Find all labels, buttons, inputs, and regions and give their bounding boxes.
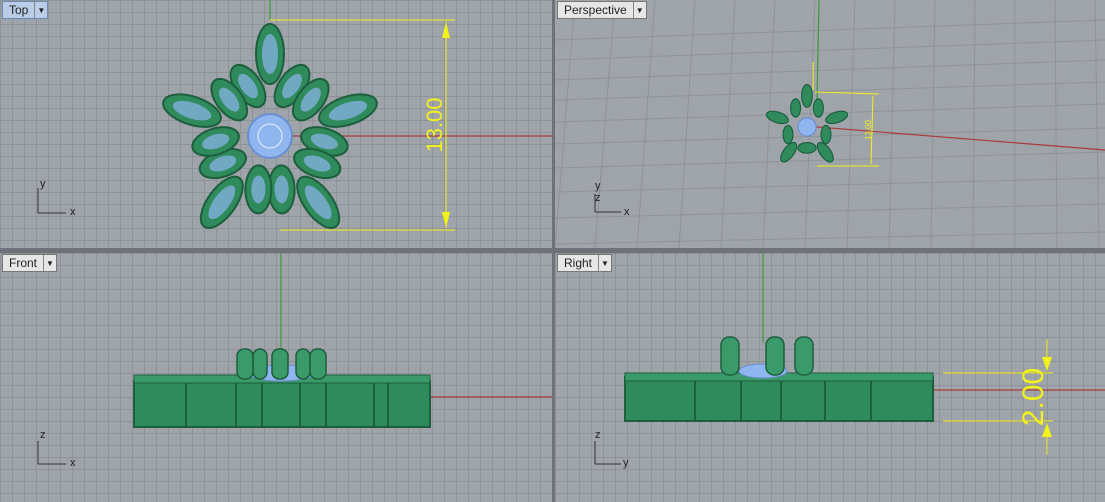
viewport-perspective[interactable]: 13.00 y z x Perspective ▼ bbox=[555, 0, 1105, 248]
chevron-down-icon[interactable]: ▼ bbox=[43, 255, 56, 271]
axis-gizmo bbox=[594, 441, 621, 465]
pendant-side-profile bbox=[133, 348, 431, 428]
axis-label-h: x bbox=[70, 206, 76, 218]
top-canvas: 13.00 bbox=[37, 0, 552, 248]
viewport-tab-front[interactable]: Front ▼ bbox=[2, 254, 58, 272]
viewport-title: Top bbox=[9, 3, 29, 17]
dimension-label: 2.00 bbox=[1017, 368, 1050, 426]
axis-gizmo bbox=[37, 188, 66, 214]
axis-label-h: y bbox=[623, 457, 629, 469]
front-canvas bbox=[37, 253, 552, 465]
viewport-top[interactable]: 13.00 y x Top ▼ bbox=[0, 0, 552, 248]
viewport-title: Right bbox=[564, 256, 593, 270]
viewport-title: Front bbox=[9, 256, 38, 270]
axis-label-v: y bbox=[595, 180, 601, 192]
perspective-canvas: 13.00 bbox=[555, 0, 1105, 248]
flower-pendant-perspective bbox=[765, 83, 849, 163]
viewport-tab-right[interactable]: Right ▼ bbox=[557, 254, 613, 272]
viewport-title: Perspective bbox=[564, 3, 627, 17]
dimension-label: 13.00 bbox=[864, 119, 873, 140]
chevron-down-icon[interactable]: ▼ bbox=[632, 2, 646, 18]
axis-label-h: x bbox=[624, 206, 630, 218]
chevron-down-icon[interactable]: ▼ bbox=[598, 255, 611, 271]
viewport-tab-perspective[interactable]: Perspective ▼ bbox=[557, 1, 647, 19]
viewport-tab-top[interactable]: Top ▼ bbox=[2, 1, 49, 19]
viewport-right[interactable]: 2.00 z y Right ▼ bbox=[555, 253, 1105, 502]
perspective-grid bbox=[555, 0, 1105, 248]
axis-label-v: y bbox=[40, 178, 46, 190]
viewport-front[interactable]: z x Front ▼ bbox=[0, 253, 552, 502]
right-canvas: 2.00 bbox=[594, 253, 1105, 465]
pendant-side-profile bbox=[624, 336, 934, 422]
chevron-down-icon[interactable]: ▼ bbox=[34, 2, 47, 18]
axis-label-z: z bbox=[595, 192, 601, 204]
axis-label-v: z bbox=[595, 429, 601, 441]
axis-gizmo bbox=[37, 441, 66, 465]
dimension-label: 13.00 bbox=[422, 97, 447, 152]
axis-label-h: x bbox=[70, 457, 76, 469]
axis-label-v: z bbox=[40, 429, 46, 441]
